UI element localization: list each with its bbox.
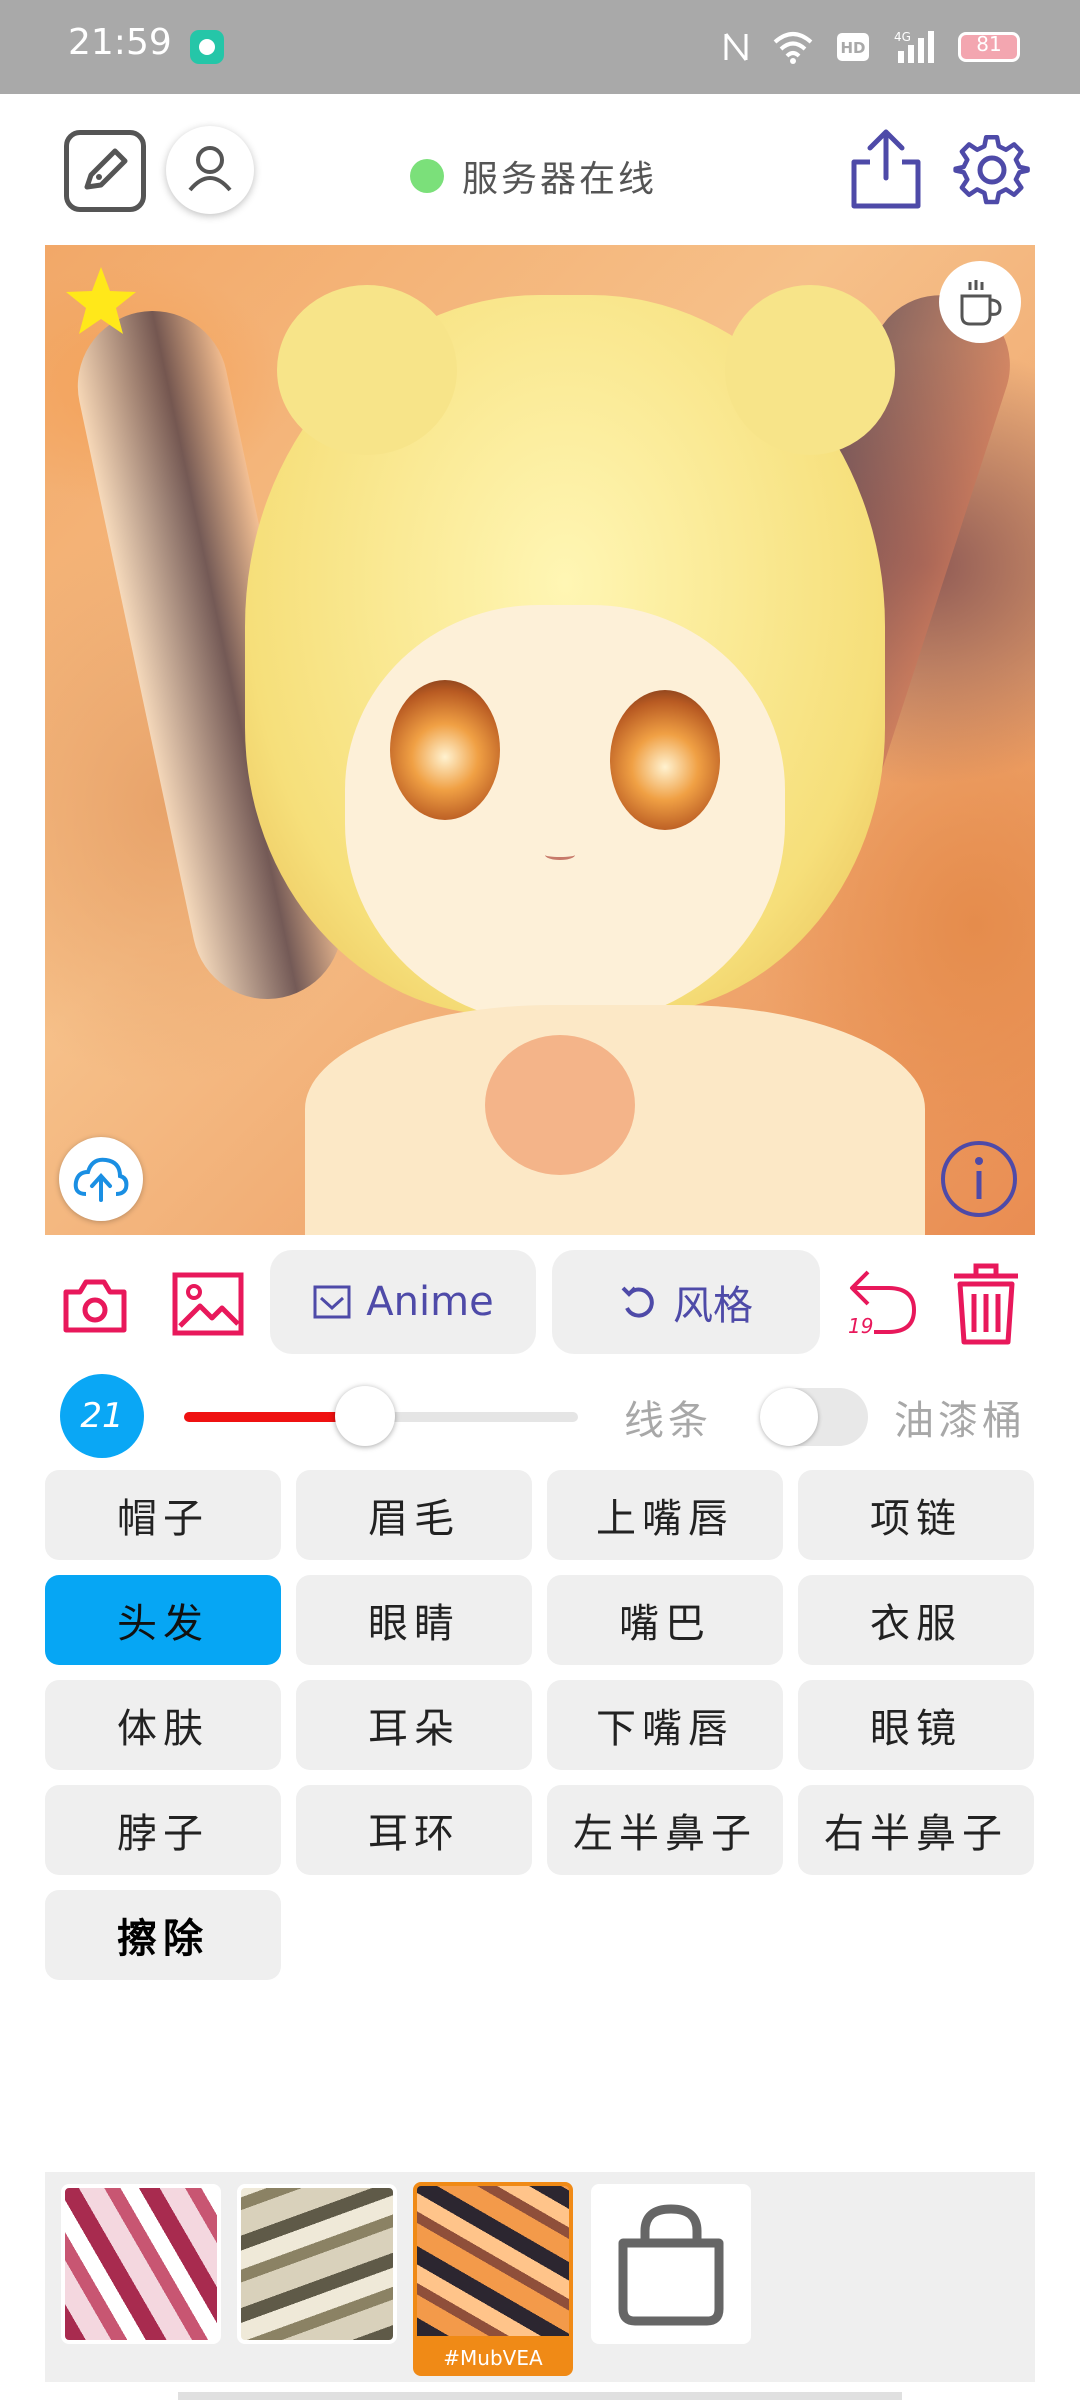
image-icon[interactable]: [172, 1272, 244, 1336]
anime-button[interactable]: Anime: [270, 1250, 536, 1354]
part-button[interactable]: 耳环: [296, 1785, 532, 1875]
battery-level: 81: [976, 32, 1002, 56]
brush-size-slider[interactable]: [184, 1386, 578, 1446]
mail-icon: [313, 1285, 351, 1319]
part-button[interactable]: 下嘴唇: [547, 1680, 783, 1770]
cloud-upload-icon: [73, 1157, 129, 1202]
style-button[interactable]: 风格: [552, 1250, 820, 1354]
slider-thumb[interactable]: [335, 1386, 396, 1446]
line-mode-label: 线条: [624, 1398, 712, 1444]
navigation-bar: [178, 2392, 902, 2400]
part-button[interactable]: 左半鼻子: [547, 1785, 783, 1875]
server-status-text: 服务器在线: [462, 159, 658, 200]
brush-size-indicator[interactable]: 21: [60, 1374, 144, 1458]
share-icon[interactable]: [848, 126, 924, 212]
style-thumbnail[interactable]: [237, 2184, 397, 2344]
artwork-hand: [485, 1035, 635, 1175]
part-button[interactable]: 嘴巴: [547, 1575, 783, 1665]
drawing-canvas[interactable]: [45, 245, 1035, 1235]
artwork-eye: [610, 690, 720, 830]
style-store-button[interactable]: [591, 2184, 751, 2344]
part-button[interactable]: 眼睛: [296, 1575, 532, 1665]
app-notification-icon: [190, 30, 224, 64]
tool-bar: Anime 风格 19: [0, 1250, 1080, 1360]
artwork-mouth: [545, 850, 575, 860]
style-thumbnail-strip: #MubVEA: [45, 2172, 1035, 2382]
part-button[interactable]: 帽子: [45, 1470, 281, 1560]
edit-button[interactable]: [64, 130, 146, 212]
part-button[interactable]: 擦除: [45, 1890, 281, 1980]
user-icon: [188, 146, 232, 192]
style-thumbnail[interactable]: [61, 2184, 221, 2344]
status-icons: HD 4G 81: [722, 24, 1020, 70]
shopping-bag-icon: [618, 2204, 724, 2326]
status-time: 21:59: [68, 22, 172, 63]
info-icon[interactable]: [937, 1137, 1021, 1221]
bucket-mode-toggle[interactable]: [760, 1388, 868, 1446]
style-thumbnail-selected[interactable]: #MubVEA: [413, 2182, 573, 2376]
part-button[interactable]: 耳朵: [296, 1680, 532, 1770]
part-button[interactable]: 眉毛: [296, 1470, 532, 1560]
star-icon[interactable]: [63, 263, 139, 339]
part-button[interactable]: 衣服: [798, 1575, 1034, 1665]
part-button[interactable]: 头发: [45, 1575, 281, 1665]
hd-icon: HD: [837, 33, 869, 61]
upload-button[interactable]: [59, 1137, 143, 1221]
svg-text:HD: HD: [840, 39, 865, 57]
trash-icon[interactable]: [950, 1262, 1022, 1346]
server-status-dot: [410, 159, 444, 193]
battery-icon: 81: [958, 32, 1020, 62]
artwork-face: [345, 605, 785, 1025]
part-button[interactable]: 上嘴唇: [547, 1470, 783, 1560]
camera-icon[interactable]: [62, 1276, 128, 1334]
part-button[interactable]: 体肤: [45, 1680, 281, 1770]
donate-button[interactable]: [939, 261, 1021, 343]
undo-count: 19: [848, 1314, 874, 1338]
rotate-icon: [621, 1286, 654, 1318]
edit-icon: [84, 148, 128, 190]
artwork-hair-bun: [277, 285, 457, 455]
anime-label: Anime: [366, 1279, 494, 1325]
svg-text:4G: 4G: [894, 30, 911, 44]
bucket-mode-label: 油漆桶: [894, 1398, 1026, 1444]
wifi-icon: [773, 32, 813, 64]
style-thumbnail-image: [417, 2186, 569, 2336]
coffee-icon: [960, 280, 1002, 326]
status-bar: 21:59 HD 4G 81: [0, 0, 1080, 94]
style-tag: #MubVEA: [443, 2346, 543, 2370]
part-button[interactable]: 右半鼻子: [798, 1785, 1034, 1875]
top-app-bar: 服务器在线: [0, 94, 1080, 244]
brush-controls: 21 线条 油漆桶: [0, 1374, 1080, 1458]
toggle-knob: [760, 1388, 818, 1446]
artwork-hair-bun: [725, 285, 895, 455]
artwork-eye: [390, 680, 500, 820]
user-button[interactable]: [166, 126, 254, 214]
part-button[interactable]: 项链: [798, 1470, 1034, 1560]
server-status: 服务器在线: [410, 150, 657, 202]
part-button[interactable]: 脖子: [45, 1785, 281, 1875]
nfc-icon: [724, 33, 748, 61]
signal-icon: 4G: [894, 30, 934, 63]
gear-icon[interactable]: [952, 130, 1032, 210]
style-label: 风格: [673, 1283, 753, 1329]
part-button[interactable]: 眼镜: [798, 1680, 1034, 1770]
